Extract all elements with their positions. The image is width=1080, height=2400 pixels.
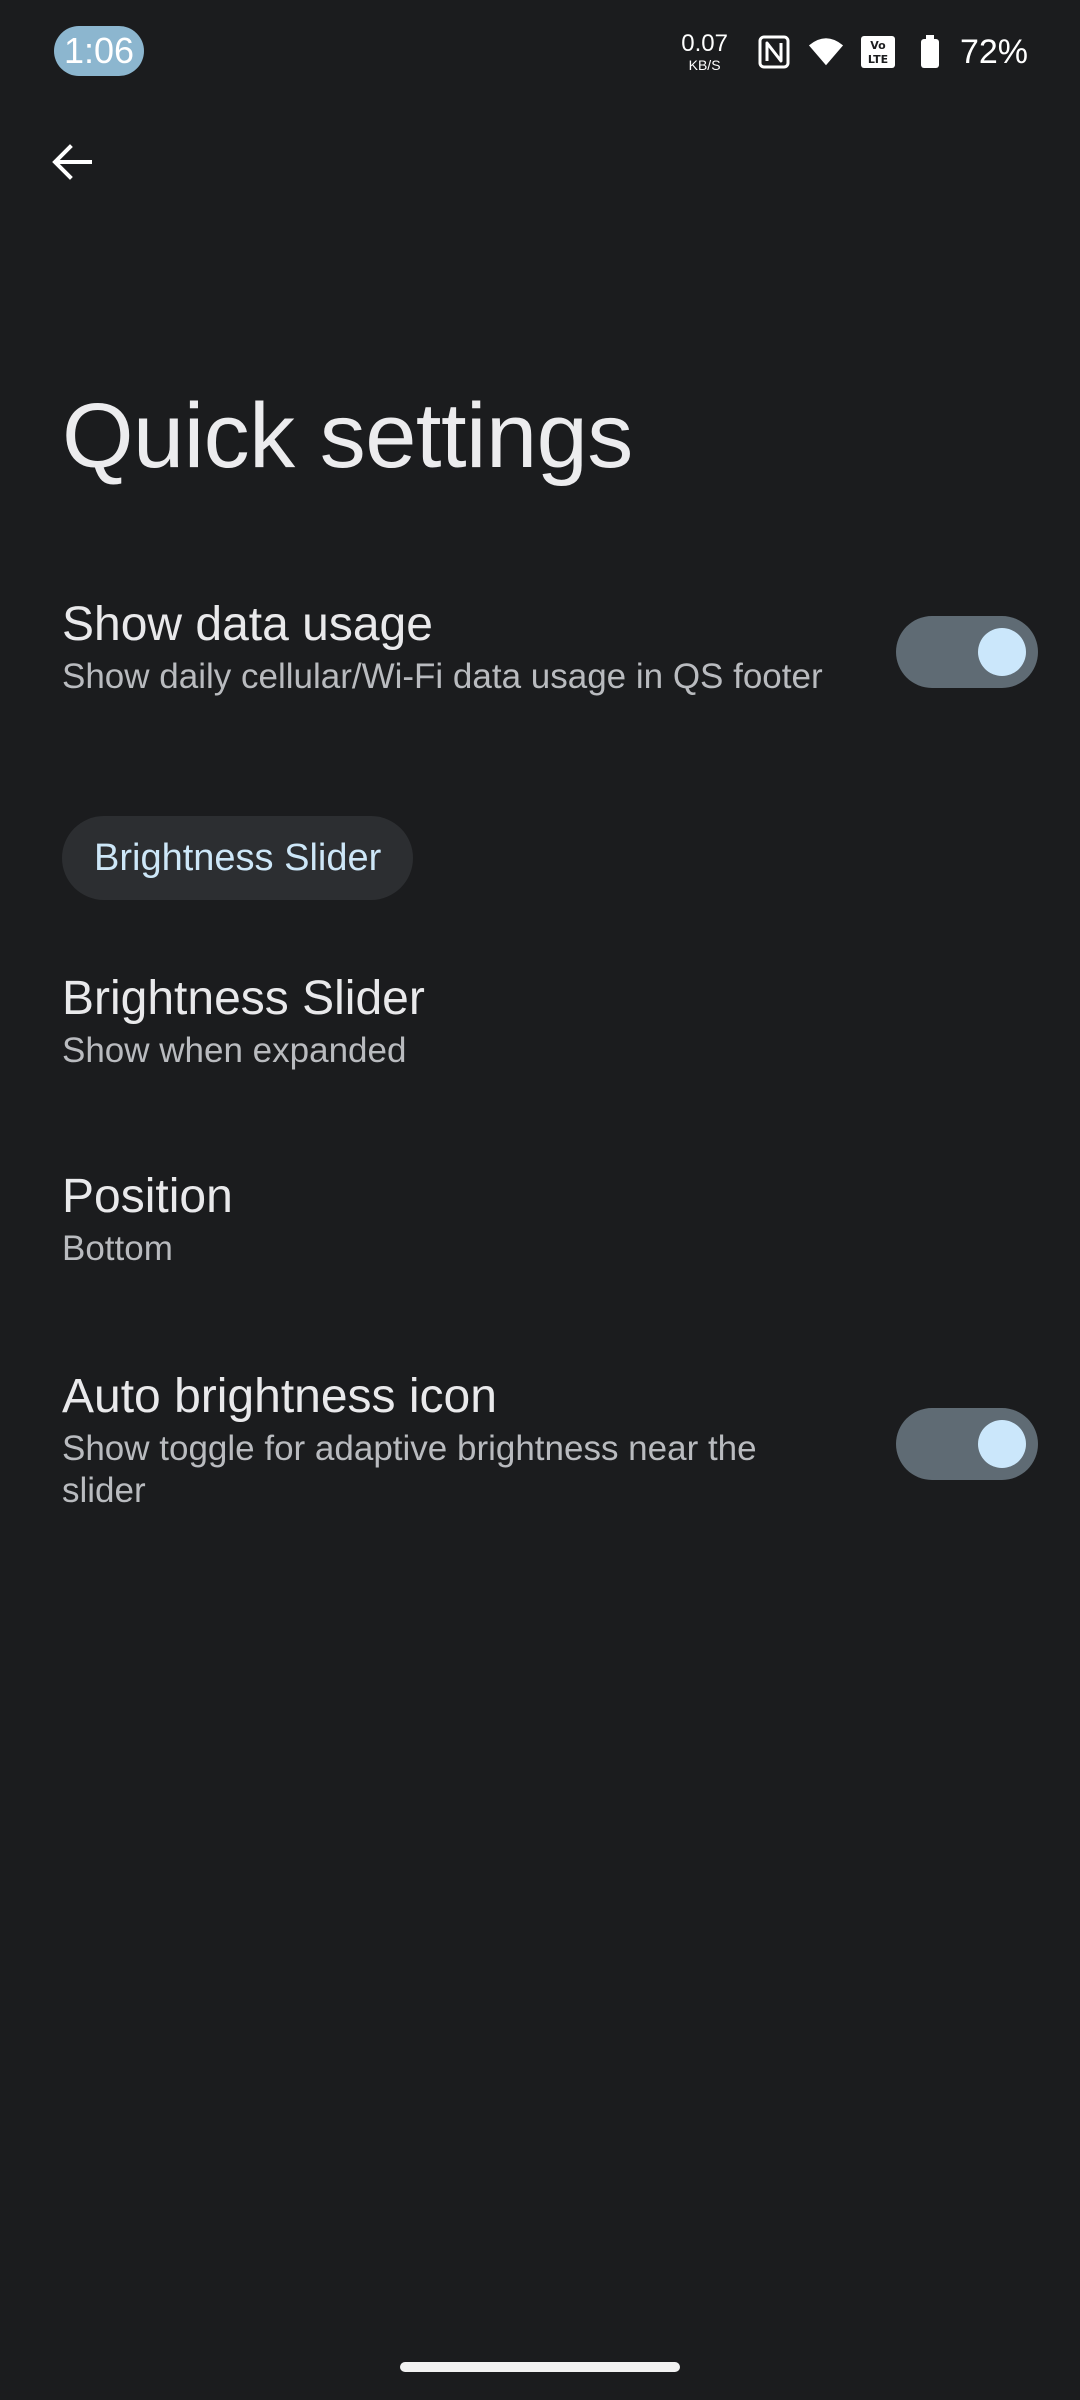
auto-brightness-icon-text: Auto brightness icon Show toggle for ada… bbox=[62, 1368, 822, 1512]
page-title: Quick settings bbox=[62, 385, 633, 487]
show-data-usage-row[interactable]: Show data usage Show daily cellular/Wi-F… bbox=[0, 586, 1080, 716]
network-speed-unit: KB/S bbox=[688, 57, 721, 73]
brightness-slider-title: Brightness Slider bbox=[62, 972, 425, 1025]
toggle-knob bbox=[978, 1420, 1026, 1468]
toggle-knob bbox=[978, 628, 1026, 676]
brightness-slider-row[interactable]: Brightness Slider Show when expanded bbox=[0, 960, 1080, 1090]
status-time: 1:06 bbox=[54, 26, 144, 76]
network-speed: 0.07 KB/S bbox=[681, 30, 728, 73]
status-icons: 0.07 KB/S Vo LTE 72% bbox=[681, 30, 1028, 74]
show-data-usage-text: Show data usage Show daily cellular/Wi-F… bbox=[62, 596, 862, 698]
position-row[interactable]: Position Bottom bbox=[0, 1160, 1080, 1290]
status-bar: 1:06 0.07 KB/S Vo LTE 72% bbox=[0, 0, 1080, 100]
svg-text:LTE: LTE bbox=[868, 53, 888, 66]
show-data-usage-summary: Show daily cellular/Wi-Fi data usage in … bbox=[62, 657, 823, 696]
brightness-slider-category: Brightness Slider bbox=[62, 816, 414, 900]
volte-icon: Vo LTE bbox=[860, 34, 896, 70]
auto-brightness-icon-summary: Show toggle for adaptive brightness near… bbox=[62, 1429, 757, 1510]
position-text: Position Bottom bbox=[62, 1168, 862, 1270]
position-summary: Bottom bbox=[62, 1229, 173, 1268]
battery-percentage: 72% bbox=[959, 32, 1028, 71]
gesture-nav-handle[interactable] bbox=[400, 2362, 680, 2372]
wifi-icon bbox=[808, 34, 844, 70]
battery-icon bbox=[912, 34, 948, 70]
svg-text:Vo: Vo bbox=[870, 39, 886, 52]
position-title: Position bbox=[62, 1170, 233, 1223]
back-button[interactable] bbox=[36, 126, 108, 198]
arrow-left-icon bbox=[52, 144, 92, 180]
show-data-usage-title: Show data usage bbox=[62, 598, 433, 651]
nfc-icon bbox=[756, 34, 792, 70]
brightness-slider-summary: Show when expanded bbox=[62, 1031, 407, 1070]
quick-settings-screen: 1:06 0.07 KB/S Vo LTE 72% Quick settings… bbox=[0, 0, 1080, 2400]
network-speed-value: 0.07 bbox=[681, 30, 728, 57]
show-data-usage-toggle[interactable] bbox=[896, 616, 1038, 688]
auto-brightness-icon-title: Auto brightness icon bbox=[62, 1370, 497, 1423]
auto-brightness-icon-row[interactable]: Auto brightness icon Show toggle for ada… bbox=[0, 1360, 1080, 1530]
brightness-slider-text: Brightness Slider Show when expanded bbox=[62, 970, 862, 1072]
auto-brightness-icon-toggle[interactable] bbox=[896, 1408, 1038, 1480]
